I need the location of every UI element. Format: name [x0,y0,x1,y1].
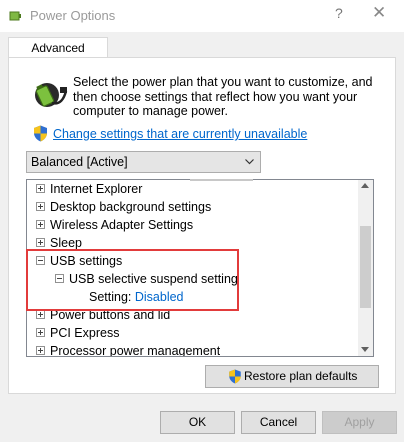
tree-item-label: Internet Explorer [50,182,143,196]
expand-icon[interactable] [36,220,45,230]
plan-description: Select the power plan that you want to c… [73,75,373,118]
setting-value-dropdown[interactable]: Disabled [135,290,184,304]
tree-scroll-edge [190,179,253,181]
tree-item-wireless-adapter[interactable]: Wireless Adapter Settings [36,216,193,234]
tree-item-label: USB settings [50,254,123,268]
collapse-icon[interactable] [36,256,45,266]
tree-item-label: Power buttons and lid [50,308,171,322]
tree-item-setting-value[interactable]: Setting: Disabled [89,288,184,306]
tree-item-usb-settings[interactable]: USB settings [36,252,122,270]
apply-button[interactable]: Apply [322,411,397,434]
tab-advanced-settings[interactable]: Advanced settings [8,37,108,75]
restore-button-label: Restore plan defaults [244,369,358,383]
tree-item-label: USB selective suspend setting [69,272,238,286]
tree-item-processor-power[interactable]: Processor power management [36,342,220,356]
expand-icon[interactable] [36,184,45,194]
tree-item-sleep[interactable]: Sleep [36,234,82,252]
tree-item-label: Desktop background settings [50,200,212,214]
setting-label: Setting: [89,290,132,304]
ok-button[interactable]: OK [160,411,235,434]
window-title: Power Options [30,8,116,23]
tree-item-label: Processor power management [50,344,221,356]
expand-icon[interactable] [36,310,45,320]
expand-icon[interactable] [36,328,45,338]
tree-item-usb-selective-suspend[interactable]: USB selective suspend setting [55,270,238,288]
collapse-icon[interactable] [55,274,64,284]
power-plan-selected: Balanced [Active] [31,155,128,169]
title-bar: Power Options ? ✕ [0,0,404,32]
tree-item-pci-express[interactable]: PCI Express [36,324,119,342]
chevron-down-icon [245,159,254,165]
help-button[interactable]: ? [335,5,343,21]
power-options-icon [9,11,21,21]
power-plan-dropdown[interactable]: Balanced [Active] [26,151,261,173]
battery-icon [35,83,68,107]
scroll-up-icon[interactable] [361,183,369,188]
expand-icon[interactable] [36,202,45,212]
expand-icon[interactable] [36,238,45,248]
close-button[interactable]: ✕ [372,3,386,23]
tree-item-power-buttons[interactable]: Power buttons and lid [36,306,170,324]
scroll-down-icon[interactable] [361,347,369,352]
change-settings-link[interactable]: Change settings that are currently unava… [53,127,307,141]
tree-scrollbar[interactable] [358,180,373,356]
tree-item-label: Sleep [50,236,82,250]
tree-item-label: PCI Express [50,326,120,340]
expand-icon[interactable] [36,346,45,356]
tree-item-label: Wireless Adapter Settings [50,218,194,232]
scrollbar-thumb[interactable] [360,226,371,308]
cancel-button[interactable]: Cancel [241,411,316,434]
tree-item-internet-explorer[interactable]: Internet Explorer [36,180,142,198]
uac-shield-icon [34,125,47,142]
tree-item-desktop-background[interactable]: Desktop background settings [36,198,211,216]
restore-plan-defaults-button[interactable]: Restore plan defaults [205,365,379,388]
uac-shield-icon [229,369,241,384]
